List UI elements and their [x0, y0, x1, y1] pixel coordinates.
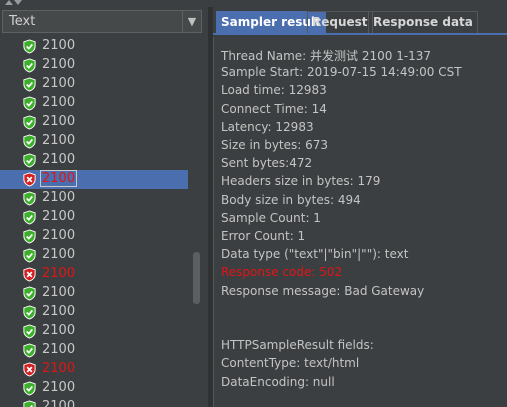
- sample-tree[interactable]: 2100 2100 2100 2100 2100 2100 2100 2100 2100 2100…: [0, 37, 190, 407]
- chevron-down-icon[interactable]: ▼: [182, 11, 201, 32]
- sample-label: 2100: [42, 380, 76, 395]
- success-shield-icon: [23, 58, 36, 73]
- result-line: HTTPSampleResult fields:: [221, 338, 374, 353]
- sample-detail-panel: Sampler result Request Response data Threa…: [213, 7, 507, 407]
- sample-tree-row[interactable]: 2100: [0, 341, 188, 360]
- sample-label: 2100: [42, 228, 76, 243]
- tree-scrollbar[interactable]: [190, 37, 203, 407]
- result-line: Body size in bytes: 494: [221, 192, 361, 207]
- failure-shield-icon: [23, 267, 36, 282]
- collapse-down-icon[interactable]: [14, 0, 22, 5]
- sample-tree-row[interactable]: 2100: [0, 56, 188, 75]
- success-shield-icon: [23, 381, 36, 396]
- result-line: Connect Time: 14: [221, 101, 327, 116]
- success-shield-icon: [23, 77, 36, 92]
- renderer-select-value: Text: [9, 14, 36, 29]
- results-tree-panel: Text ▼ 2100 2100 2100 2100 2100 2100 2100 2100 2…: [0, 7, 208, 407]
- result-line: Response message: Bad Gateway: [221, 283, 425, 298]
- success-shield-icon: [23, 305, 36, 320]
- detail-tabs: Sampler result Request Response data: [213, 9, 507, 33]
- failure-shield-icon: [23, 362, 36, 377]
- result-line: Thread Name: 并发测试 2100 1-137: [221, 49, 432, 63]
- collapse-up-icon[interactable]: [5, 0, 13, 5]
- result-line: Sample Start: 2019-07-15 14:49:00 CST: [221, 65, 462, 80]
- result-line: Data type ("text"|"bin"|""): text: [221, 247, 409, 262]
- success-shield-icon: [23, 324, 36, 339]
- result-line: Error Count: 1: [221, 229, 306, 243]
- sample-label: 2100: [42, 247, 76, 262]
- result-line: DataEncoding: null: [221, 374, 335, 389]
- failure-shield-icon: [23, 172, 36, 187]
- success-shield-icon: [23, 248, 36, 263]
- result-line: Headers size in bytes: 179: [221, 174, 381, 189]
- sample-tree-row[interactable]: 2100: [0, 170, 188, 189]
- sample-tree-row[interactable]: 2100: [0, 284, 188, 303]
- result-line: Sent bytes:472: [221, 156, 313, 171]
- sample-label: 2100: [42, 285, 76, 300]
- sample-tree-row[interactable]: 2100: [0, 322, 188, 341]
- sample-label: 2100: [42, 95, 76, 110]
- sample-label: 2100: [42, 342, 76, 357]
- result-line: Load time: 12983: [221, 83, 327, 98]
- sample-label: 2100: [42, 399, 76, 407]
- sample-label: 2100: [42, 114, 76, 129]
- sample-label: 2100: [42, 133, 76, 148]
- result-line: Latency: 12983: [221, 119, 314, 134]
- sample-tree-row[interactable]: 2100: [0, 189, 188, 208]
- tab-response-data[interactable]: Response data: [368, 11, 478, 33]
- sample-tree-row[interactable]: 2100: [0, 360, 188, 379]
- sample-label: 2100: [42, 190, 76, 205]
- success-shield-icon: [23, 400, 36, 407]
- success-shield-icon: [23, 343, 36, 358]
- sample-tree-row[interactable]: 2100: [0, 379, 188, 398]
- sample-tree-row[interactable]: 2100: [0, 75, 188, 94]
- tree-scrollbar-thumb[interactable]: [193, 252, 200, 304]
- sample-tree-row[interactable]: 2100: [0, 151, 188, 170]
- result-line: Response code: 502: [221, 265, 343, 280]
- sample-tree-row[interactable]: 2100: [0, 37, 188, 56]
- sample-tree-row[interactable]: 2100: [0, 132, 188, 151]
- result-line: ContentType: text/html: [221, 356, 360, 371]
- sample-label: 2100: [42, 323, 76, 338]
- window-top-strip: [0, 0, 507, 7]
- success-shield-icon: [23, 229, 36, 244]
- sample-label: 2100: [42, 152, 76, 167]
- sampler-result-content: Thread Name: 并发测试 2100 1-137 Sample Start…: [213, 37, 506, 407]
- result-line: Size in bytes: 673: [221, 138, 329, 152]
- sample-label: 2100: [42, 57, 76, 72]
- sample-tree-row[interactable]: 2100: [0, 227, 188, 246]
- result-line: Sample Count: 1: [221, 210, 321, 225]
- success-shield-icon: [23, 134, 36, 149]
- success-shield-icon: [23, 286, 36, 301]
- sample-label: 2100: [42, 76, 76, 91]
- sample-tree-row[interactable]: 2100: [0, 303, 188, 322]
- sample-tree-row[interactable]: 2100: [0, 94, 188, 113]
- sample-tree-row[interactable]: 2100: [0, 113, 188, 132]
- success-shield-icon: [23, 191, 36, 206]
- sample-label: 2100: [40, 170, 78, 187]
- success-shield-icon: [23, 96, 36, 111]
- sample-tree-row[interactable]: 2100: [0, 265, 188, 284]
- success-shield-icon: [23, 210, 36, 225]
- success-shield-icon: [23, 153, 36, 168]
- sample-label: 2100: [42, 266, 76, 281]
- success-shield-icon: [23, 115, 36, 130]
- sample-label: 2100: [42, 304, 76, 319]
- tab-underline: [213, 33, 507, 35]
- sample-tree-row[interactable]: 2100: [0, 398, 188, 407]
- sample-tree-row[interactable]: 2100: [0, 246, 188, 265]
- sample-tree-row[interactable]: 2100: [0, 208, 188, 227]
- renderer-select[interactable]: Text ▼: [2, 10, 202, 33]
- sample-label: 2100: [42, 209, 76, 224]
- tab-request[interactable]: Request: [307, 11, 373, 33]
- success-shield-icon: [23, 39, 36, 54]
- sample-label: 2100: [42, 38, 76, 53]
- sample-label: 2100: [42, 361, 76, 376]
